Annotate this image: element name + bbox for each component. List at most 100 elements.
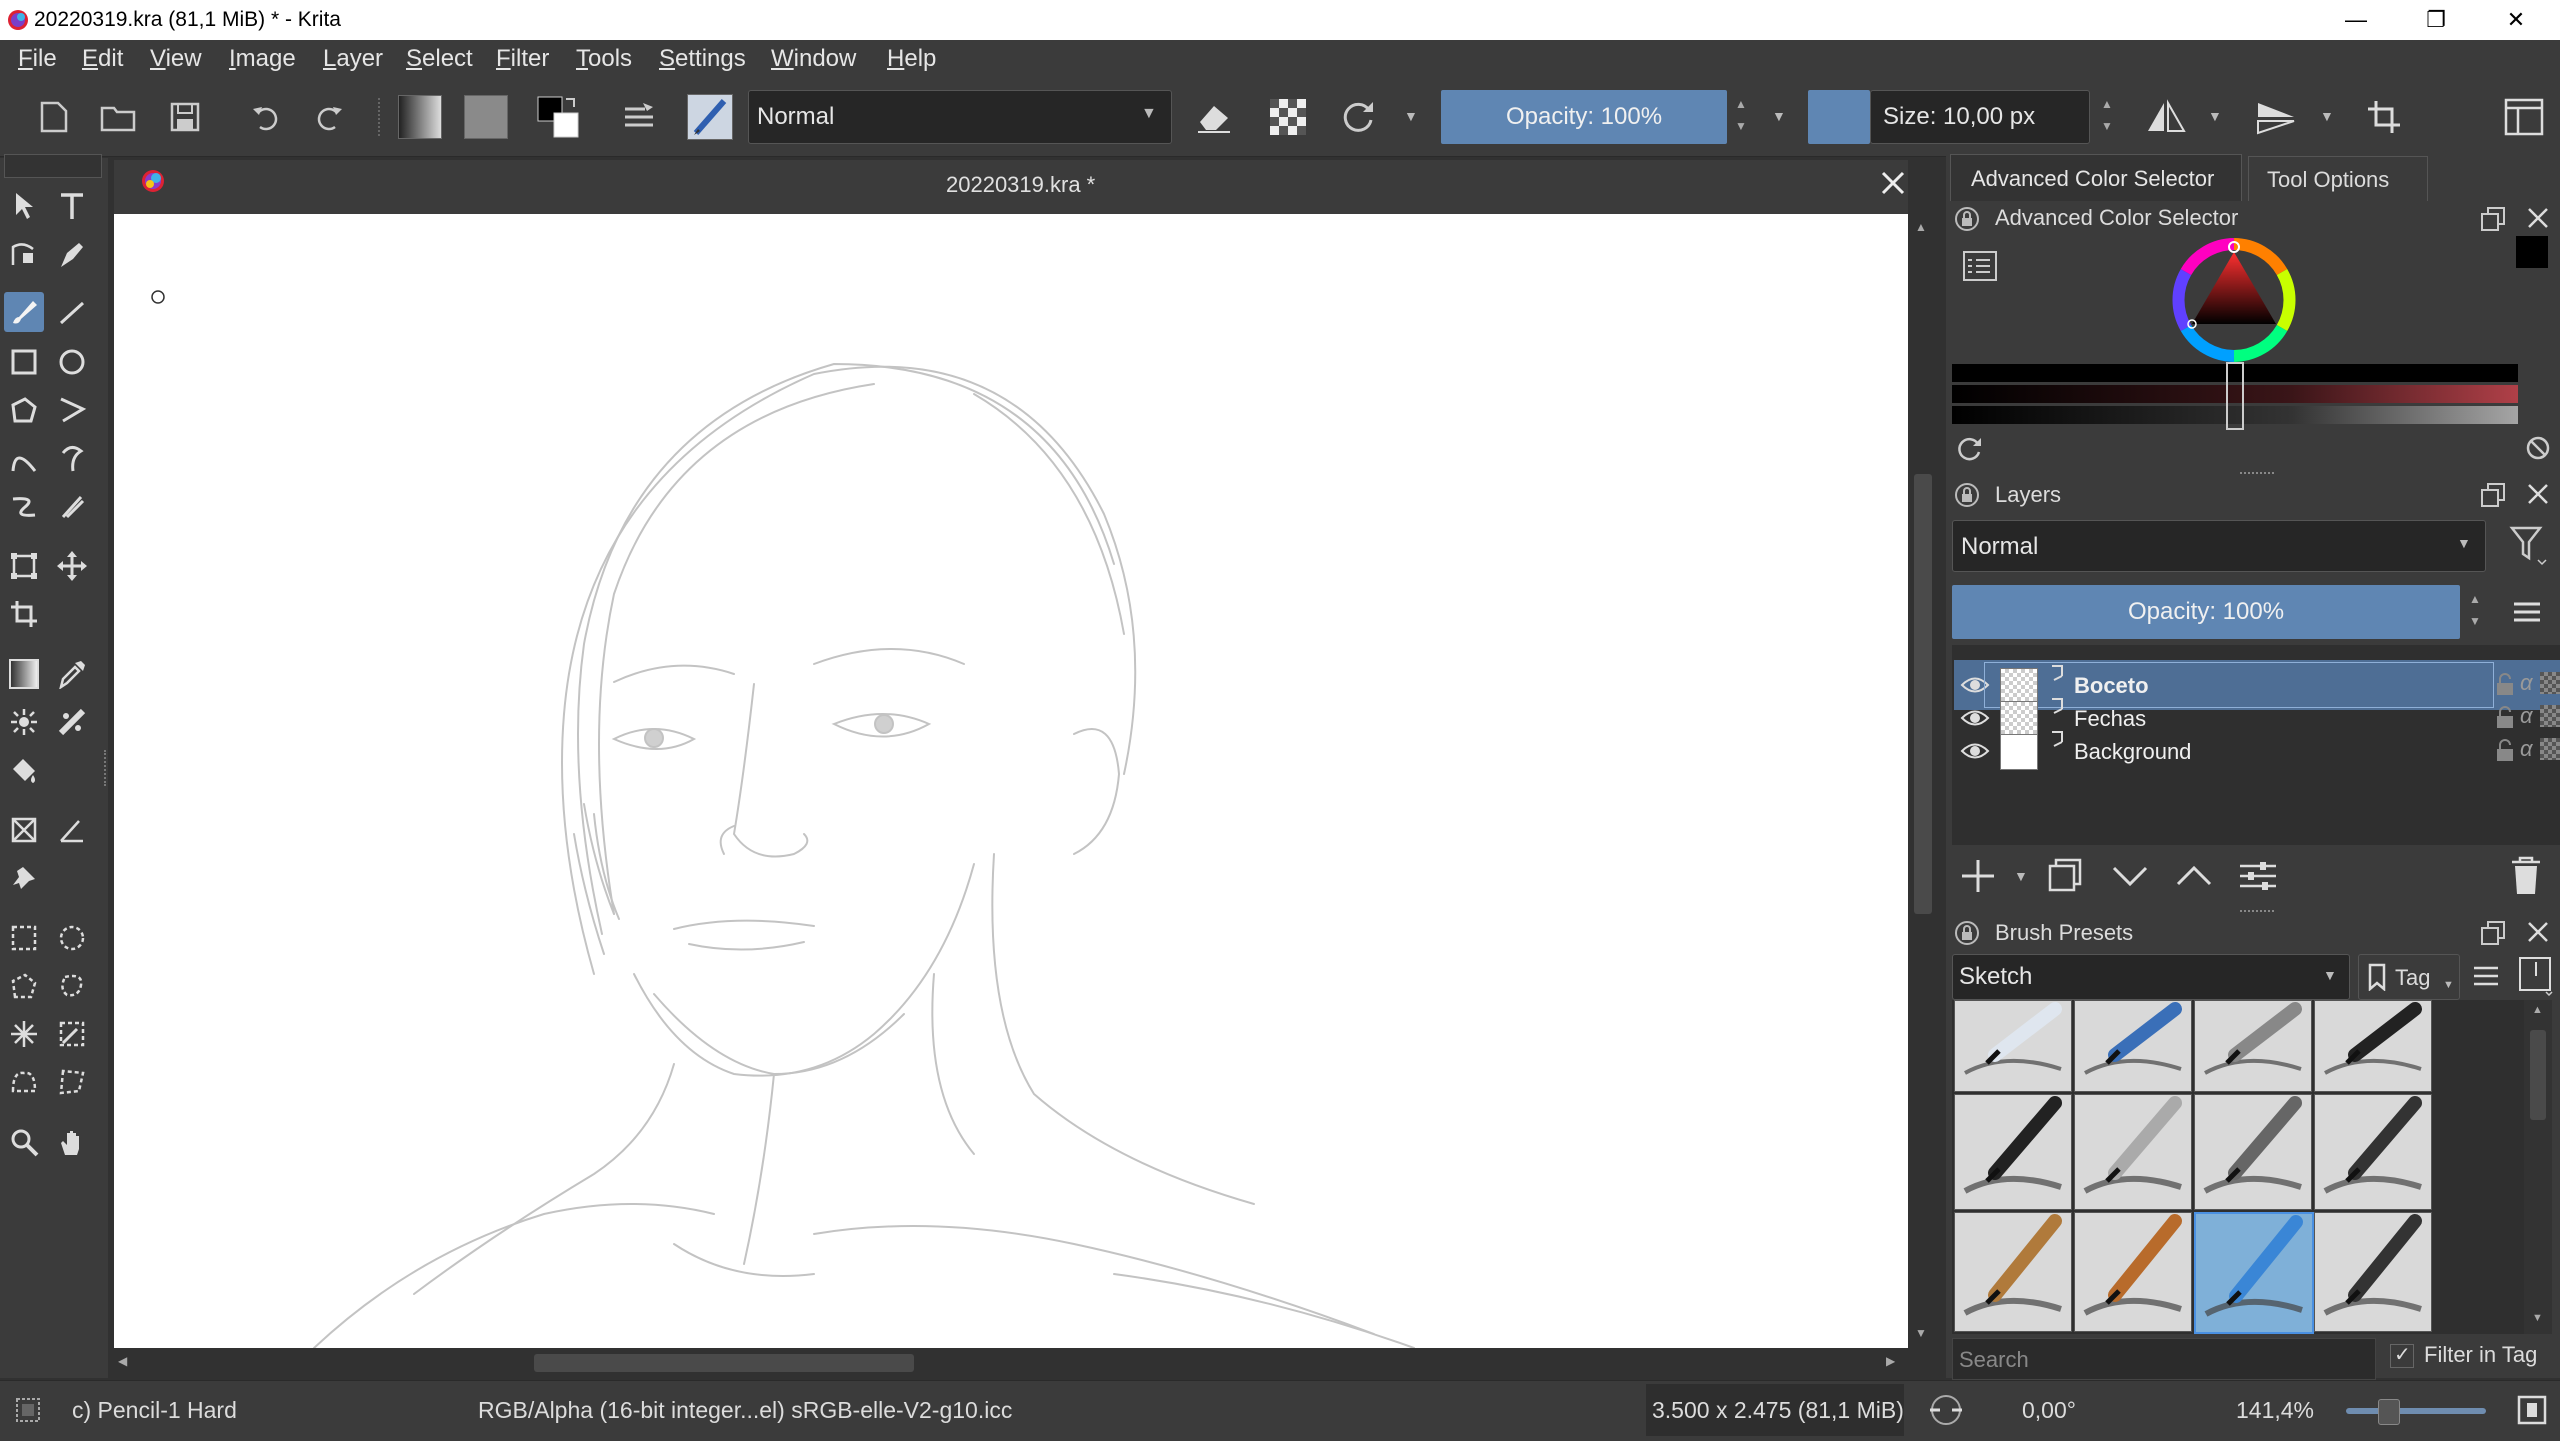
- magnetic-selection-tool-icon[interactable]: [52, 1062, 92, 1102]
- opacity-spin-down[interactable]: ▼: [1730, 117, 1752, 135]
- color-selector-settings-icon[interactable]: [1962, 250, 1998, 282]
- text-tool-icon[interactable]: [52, 186, 92, 226]
- freehand-path-tool-icon[interactable]: [52, 438, 92, 478]
- vertical-scrollbar[interactable]: ▲ ▼: [1908, 214, 1938, 1348]
- select-shapes-tool-icon[interactable]: [4, 186, 44, 226]
- opacity-spin-up[interactable]: ▲: [1730, 95, 1752, 113]
- color-wheel[interactable]: [2170, 236, 2298, 364]
- layer-lock-icon[interactable]: [2494, 738, 2516, 764]
- multibrush-tool-icon[interactable]: [52, 486, 92, 526]
- contiguous-selection-tool-icon[interactable]: [4, 1014, 44, 1054]
- toolbox-handle[interactable]: [4, 154, 102, 178]
- preset-options-icon[interactable]: [2518, 956, 2554, 996]
- preserve-alpha-icon[interactable]: [1266, 95, 1310, 139]
- size-spin-up[interactable]: ▲: [2096, 95, 2118, 113]
- eye-icon[interactable]: [1960, 740, 1990, 762]
- layer-opacity-spin-up[interactable]: ▲: [2464, 590, 2486, 608]
- brush-preset-item[interactable]: [1954, 1094, 2072, 1210]
- horizontal-scroll-thumb[interactable]: [534, 1354, 914, 1372]
- workspace-icon[interactable]: [2502, 95, 2546, 139]
- chevron-down-icon[interactable]: ▼: [2320, 108, 2334, 124]
- bezier-curve-tool-icon[interactable]: [4, 438, 44, 478]
- menu-select[interactable]: Select: [406, 45, 473, 73]
- chevron-down-icon[interactable]: ▼: [2014, 868, 2028, 884]
- polyline-tool-icon[interactable]: [52, 390, 92, 430]
- minimize-button[interactable]: —: [2326, 4, 2386, 36]
- scroll-up-icon[interactable]: ▲: [1915, 220, 1927, 234]
- lock-icon[interactable]: [1954, 482, 1980, 508]
- size-slider-fill[interactable]: [1808, 90, 1870, 144]
- layer-blend-mode-select[interactable]: Normal ▼: [1952, 520, 2486, 572]
- assistant-tool-icon[interactable]: [4, 810, 44, 850]
- scroll-right-icon[interactable]: ▶: [1886, 1354, 1895, 1368]
- menu-view[interactable]: View: [150, 45, 202, 73]
- add-layer-icon[interactable]: [1958, 856, 1998, 896]
- restore-button[interactable]: ❐: [2406, 4, 2466, 36]
- brush-preset-icon[interactable]: [687, 94, 733, 140]
- reference-images-tool-icon[interactable]: [4, 858, 44, 898]
- chevron-down-icon[interactable]: ▼: [1404, 108, 1418, 124]
- toolbox-splitter[interactable]: [104, 750, 110, 786]
- zoom-fit-icon[interactable]: [2516, 1394, 2548, 1426]
- horizontal-scrollbar[interactable]: ◀ ▶: [114, 1348, 1908, 1378]
- colorize-mask-tool-icon[interactable]: [4, 702, 44, 742]
- close-document-icon[interactable]: [1878, 168, 1908, 198]
- preset-search-input[interactable]: Search: [1952, 1338, 2376, 1380]
- pattern-icon[interactable]: [464, 95, 508, 139]
- dynamic-brush-tool-icon[interactable]: [4, 486, 44, 526]
- move-layer-up-icon[interactable]: [2174, 856, 2214, 896]
- rectangular-selection-tool-icon[interactable]: [4, 918, 44, 958]
- menu-layer[interactable]: Layer: [323, 45, 383, 73]
- preset-scroll-thumb[interactable]: [2530, 1030, 2546, 1120]
- layer-filter-icon[interactable]: [2508, 522, 2548, 566]
- eraser-mode-icon[interactable]: [1192, 95, 1236, 139]
- tab-advanced-color-selector[interactable]: Advanced Color Selector: [1950, 154, 2242, 201]
- float-docker-icon[interactable]: [2480, 206, 2506, 232]
- close-docker-icon[interactable]: [2526, 920, 2550, 944]
- blend-mode-select[interactable]: Normal ▼: [748, 90, 1172, 144]
- inherit-alpha-icon[interactable]: [2540, 672, 2560, 694]
- lock-icon[interactable]: [1954, 206, 1980, 232]
- clear-history-icon[interactable]: [2524, 434, 2552, 462]
- menu-filter[interactable]: Filter: [496, 45, 549, 73]
- edit-shapes-tool-icon[interactable]: [4, 234, 44, 274]
- scroll-left-icon[interactable]: ◀: [118, 1354, 127, 1368]
- filter-in-tag-checkbox[interactable]: ✓: [2390, 1344, 2414, 1368]
- zoom-tool-icon[interactable]: [4, 1122, 44, 1162]
- mirror-horizontal-icon[interactable]: [2144, 95, 2188, 139]
- line-tool-icon[interactable]: [52, 292, 92, 332]
- delete-layer-icon[interactable]: [2508, 854, 2544, 896]
- brush-preset-item[interactable]: [2314, 1094, 2432, 1210]
- zoom-slider-handle[interactable]: [2378, 1399, 2400, 1425]
- chevron-down-icon[interactable]: ▼: [1772, 108, 1786, 124]
- rectangle-tool-icon[interactable]: [4, 342, 44, 382]
- duplicate-layer-icon[interactable]: [2046, 856, 2086, 896]
- brush-settings-icon[interactable]: [617, 95, 661, 139]
- brush-preset-item[interactable]: [2074, 1094, 2192, 1210]
- inherit-alpha-icon[interactable]: [2540, 738, 2560, 760]
- tag-button[interactable]: Tag ▼: [2358, 954, 2460, 1000]
- smart-patch-tool-icon[interactable]: [52, 702, 92, 742]
- opacity-slider[interactable]: Opacity: 100%: [1441, 90, 1727, 144]
- ellipse-tool-icon[interactable]: [52, 342, 92, 382]
- image-size-box[interactable]: 3.500 x 2.475 (81,1 MiB): [1646, 1384, 1904, 1436]
- close-window-button[interactable]: ✕: [2486, 4, 2546, 36]
- fill-tool-icon[interactable]: [4, 750, 44, 790]
- wrap-around-icon[interactable]: [2362, 95, 2406, 139]
- elliptical-selection-tool-icon[interactable]: [52, 918, 92, 958]
- reload-preset-icon[interactable]: [1336, 95, 1380, 139]
- mirror-vertical-icon[interactable]: [2254, 95, 2298, 139]
- measure-tool-icon[interactable]: [52, 810, 92, 850]
- new-document-icon[interactable]: [32, 95, 76, 139]
- refresh-colors-icon[interactable]: [1954, 434, 1984, 464]
- preset-view-menu-icon[interactable]: [2470, 960, 2502, 992]
- move-tool-icon[interactable]: [52, 546, 92, 586]
- brush-preset-item[interactable]: [2314, 1212, 2432, 1332]
- layer-properties-icon[interactable]: [2238, 856, 2278, 896]
- brush-tag-select[interactable]: Sketch ▼: [1952, 954, 2350, 1000]
- selection-mode-icon[interactable]: [14, 1396, 42, 1424]
- alpha-lock-icon[interactable]: α: [2520, 736, 2533, 762]
- polygon-tool-icon[interactable]: [4, 390, 44, 430]
- preset-scrollbar[interactable]: ▲ ▼: [2524, 1000, 2552, 1334]
- transform-tool-icon[interactable]: [4, 546, 44, 586]
